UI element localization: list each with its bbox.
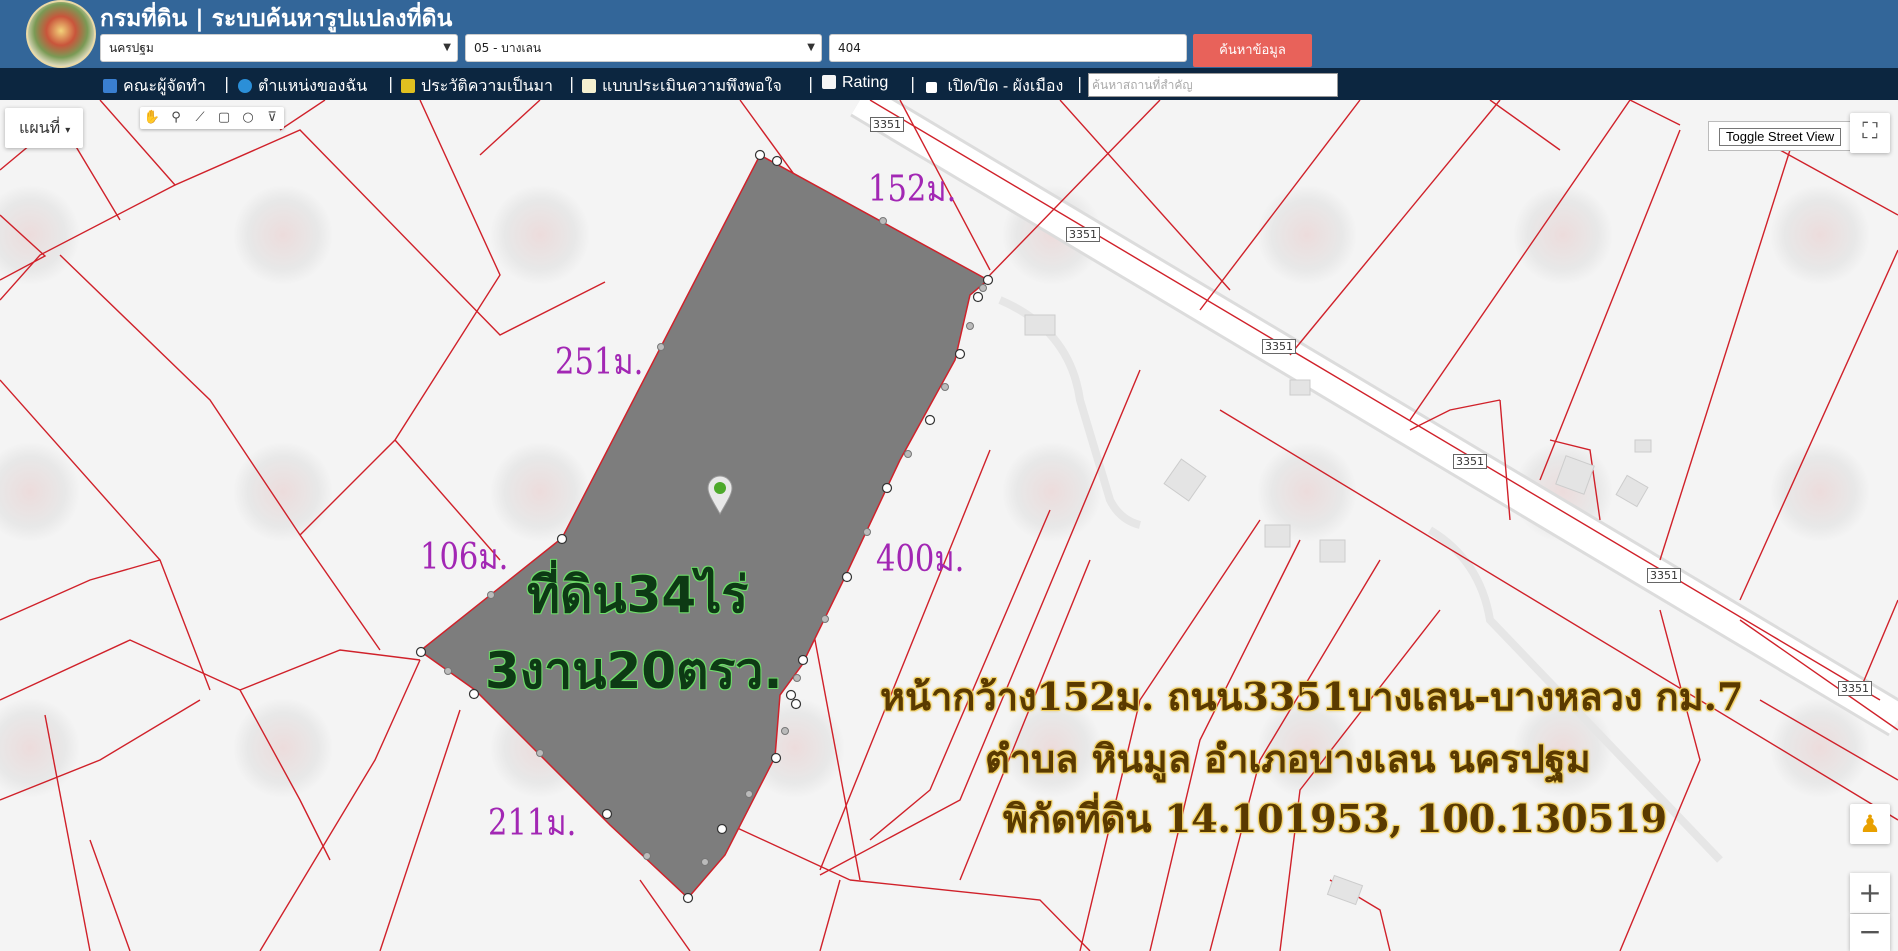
polyline-tool-icon[interactable]: ⟋ xyxy=(188,107,212,129)
navbar: คณะผู้จัดทำ | ตำแหน่งของฉัน | ประวัติควา… xyxy=(0,68,1898,100)
road-shield: 3351 xyxy=(870,117,904,132)
nav-separator: | xyxy=(808,74,814,93)
drawing-toolbar: ✋ ⚲ ⟋ ▢ ○ ⊽ xyxy=(140,107,284,129)
measurement-left-lower: 106ม. xyxy=(420,537,509,578)
fullscreen-icon[interactable]: ⛶ xyxy=(1850,113,1890,153)
nav-history-label: ประวัติความเป็นมา xyxy=(421,78,554,95)
province-value: นครปฐม xyxy=(109,41,154,55)
measurement-right: 400ม. xyxy=(876,539,965,580)
globe-icon xyxy=(238,79,252,93)
area-label-line2: 3งาน20ตรว. xyxy=(485,642,783,700)
sprout-icon xyxy=(401,79,415,93)
nav-rating-label: Rating xyxy=(842,74,889,91)
rectangle-tool-icon[interactable]: ▢ xyxy=(212,107,236,129)
hand-icon[interactable]: ✋ xyxy=(140,107,164,129)
map-type-dropdown[interactable]: แผนที่ ▾ xyxy=(5,108,83,148)
header-bar: กรมที่ดิน | ระบบค้นหารูปแปลงที่ดิน นครปฐ… xyxy=(0,0,1898,68)
map-type-label: แผนที่ xyxy=(19,118,61,137)
checkbox-icon[interactable] xyxy=(926,82,937,93)
caret-down-icon: ▾ xyxy=(65,125,71,136)
measurement-left-upper: 251ม. xyxy=(555,342,644,383)
nav-team[interactable]: คณะผู้จัดทำ xyxy=(103,74,206,99)
marker-tool-icon[interactable]: ⚲ xyxy=(164,107,188,129)
province-select[interactable]: นครปฐม ▼ xyxy=(100,34,458,62)
search-button[interactable]: ค้นหาข้อมูล xyxy=(1193,34,1312,67)
area-label-line1: ที่ดิน34ไร่ xyxy=(527,566,749,624)
app-title: กรมที่ดิน | ระบบค้นหารูปแปลงที่ดิน xyxy=(100,6,453,32)
zoom-out-button[interactable]: − xyxy=(1850,914,1890,951)
district-value: 05 - บางเลน xyxy=(474,41,542,55)
place-search-input[interactable]: ค้นหาสถานที่สำคัญ xyxy=(1088,73,1338,97)
measurement-bottom: 211ม. xyxy=(488,803,577,844)
district-select[interactable]: 05 - บางเลน ▼ xyxy=(465,34,822,62)
measurement-top: 152ม. xyxy=(868,169,957,210)
memo-icon xyxy=(582,79,596,93)
parcel-number-value: 404 xyxy=(838,41,861,55)
road-shield: 3351 xyxy=(1453,454,1487,469)
road-shield: 3351 xyxy=(1647,568,1681,583)
toggle-street-view-button[interactable]: Toggle Street View xyxy=(1719,128,1842,146)
gift-icon xyxy=(103,79,117,93)
info-text-line2: ตำบล หินมูล อำเภอบางเลน นครปฐม xyxy=(985,736,1591,781)
info-text-line3: พิกัดที่ดิน 14.101953, 100.130519 xyxy=(1003,796,1668,841)
info-text-line1: หน้ากว้าง152ม. ถนน3351บางเลน-บางหลวง กม.… xyxy=(880,674,1744,719)
road-shield: 3351 xyxy=(1066,227,1100,242)
nav-separator: | xyxy=(388,74,394,93)
nav-separator: | xyxy=(910,74,916,93)
nav-my-location[interactable]: ตำแหน่งของฉัน xyxy=(238,74,367,99)
polygon-tool-icon[interactable]: ⊽ xyxy=(260,107,284,129)
street-view-panel: Toggle Street View xyxy=(1708,121,1853,151)
road-shield: 3351 xyxy=(1262,339,1296,354)
pegman-icon[interactable]: ♟ xyxy=(1850,804,1890,844)
nav-my-location-label: ตำแหน่งของฉัน xyxy=(258,78,368,95)
nav-team-label: คณะผู้จัดทำ xyxy=(123,78,206,95)
nav-separator: | xyxy=(224,74,230,93)
parcel-number-input[interactable]: 404 xyxy=(829,34,1187,62)
nav-history[interactable]: ประวัติความเป็นมา xyxy=(401,74,553,99)
nav-survey[interactable]: แบบประเมินความพึงพอใจ xyxy=(582,74,782,99)
road-shield: 3351 xyxy=(1838,681,1872,696)
nav-separator: | xyxy=(1077,74,1083,93)
nav-survey-label: แบบประเมินความพึงพอใจ xyxy=(602,78,782,95)
department-logo xyxy=(26,0,96,68)
circle-tool-icon[interactable]: ○ xyxy=(236,107,260,129)
nav-zoning-label: เปิด/ปิด - ผังเมือง xyxy=(947,78,1064,95)
chevron-down-icon: ▼ xyxy=(807,42,815,53)
nav-separator: | xyxy=(569,74,575,93)
chevron-down-icon: ▼ xyxy=(443,42,451,53)
nav-zoning-toggle[interactable]: เปิด/ปิด - ผังเมือง xyxy=(926,74,1063,99)
zoom-in-button[interactable]: + xyxy=(1850,873,1890,913)
nav-rating[interactable]: Rating xyxy=(822,74,888,92)
chart-icon xyxy=(822,75,836,89)
